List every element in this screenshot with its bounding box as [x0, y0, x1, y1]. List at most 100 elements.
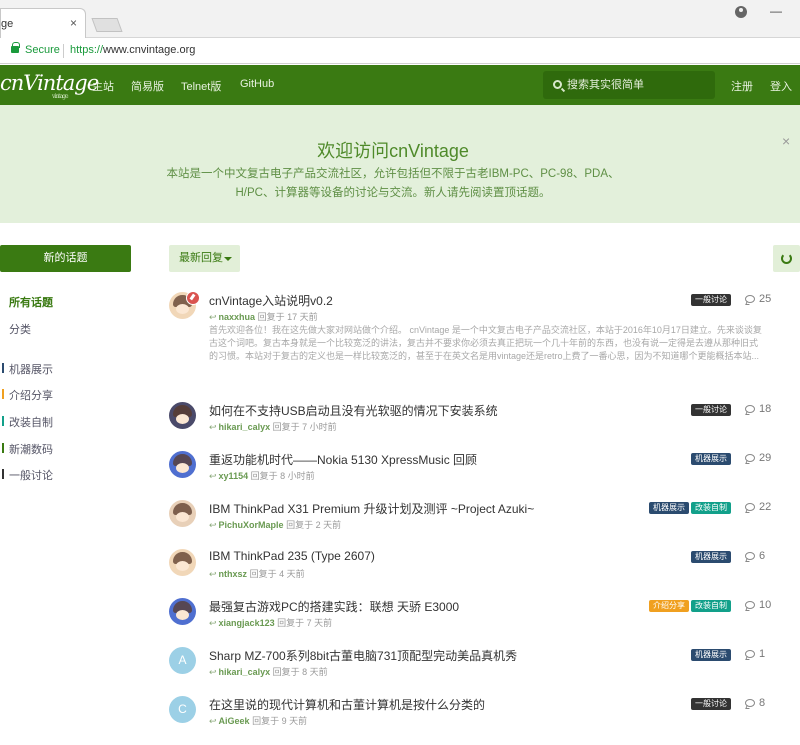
last-reply-time: 回复于 9 天前 [252, 716, 308, 726]
discussion-title[interactable]: IBM ThinkPad X31 Premium 升级计划及测评 ~Projec… [209, 500, 534, 517]
discussion-row[interactable]: cnVintage入站说明v0.2 ↩ naxxhua 回复于 17 天前 首先欢迎各… [169, 291, 800, 392]
discussion-title[interactable]: 如何在不支持USB启动且没有光软驱的情况下安装系统 [209, 402, 498, 419]
sidebar-item-all[interactable]: 所有话题 [9, 294, 53, 310]
comment-icon [745, 295, 755, 303]
welcome-hero: 欢迎访问cnVintage 本站是一个中文复古电子产品交流社区，允许包括但不限于… [0, 105, 800, 223]
avatar[interactable] [169, 402, 196, 429]
avatar[interactable] [169, 598, 196, 625]
nav-link-telnet[interactable]: Telnet版 [181, 78, 221, 94]
reply-count: 18 [759, 403, 772, 415]
last-reply-time: 回复于 8 天前 [272, 667, 328, 677]
tag-color-bar [2, 389, 4, 399]
tag-badge[interactable]: 机器展示 [649, 502, 689, 514]
tag-color-bar [2, 416, 4, 426]
avatar[interactable]: C [169, 696, 196, 723]
tag-badge[interactable]: 改装自制 [691, 600, 731, 612]
discussion-title[interactable]: 重返功能机时代——Nokia 5130 XpressMusic 回顾 [209, 451, 477, 468]
new-tab-button[interactable] [91, 18, 123, 32]
site-logo[interactable]: cnVintage vintage [0, 71, 99, 100]
secure-label: Secure [25, 44, 60, 56]
discussion-row[interactable]: IBM ThinkPad 235 (Type 2607) ↩ nthxsz 回复于 … [169, 549, 800, 589]
sidebar-item-tags[interactable]: 分类 [9, 321, 31, 337]
sidebar-tag-mod[interactable]: 改装自制 [2, 414, 53, 430]
discussion-title[interactable]: IBM ThinkPad 235 (Type 2607) [209, 549, 375, 563]
discussion-excerpt: 首先欢迎各位！我在这先做大家对网站做个介绍。 cnVintage 是一个中文复古… [209, 325, 762, 361]
new-discussion-button[interactable]: 新的话题 [0, 245, 131, 272]
last-reply-time: 回复于 4 天前 [249, 569, 305, 579]
tag-badge[interactable]: 改装自制 [691, 502, 731, 514]
tag-badge[interactable]: 一般讨论 [691, 294, 731, 306]
comment-icon [745, 454, 755, 462]
lock-icon [11, 42, 20, 53]
site-header: cnVintagevintage 主站 简易版 Telnet版 GitHub 注… [0, 65, 800, 105]
sidebar-tag-machine[interactable]: 机器展示 [2, 361, 53, 377]
comment-icon [745, 552, 755, 560]
reply-icon: ↩ [209, 618, 217, 628]
discussion-row[interactable]: A Sharp MZ-700系列8bit古董电脑731顶配型完动美品真机秀 ↩ hik… [169, 647, 800, 687]
discussion-meta: ↩ nthxsz 回复于 4 天前 [209, 567, 305, 580]
tag-badge[interactable]: 一般讨论 [691, 404, 731, 416]
sidebar-tag-digital[interactable]: 新潮数码 [2, 441, 53, 457]
browser-tab-bar: ge × — [0, 0, 800, 38]
tab-close-icon[interactable]: × [70, 16, 77, 30]
tab-title: ge [1, 18, 14, 30]
tag-badge[interactable]: 一般讨论 [691, 698, 731, 710]
discussion-title[interactable]: 在这里说的现代计算机和古董计算机是按什么分类的 [209, 696, 485, 713]
discussion-row[interactable]: 重返功能机时代——Nokia 5130 XpressMusic 回顾 ↩ xy115… [169, 451, 800, 491]
comment-icon [745, 405, 755, 413]
tag-badge[interactable]: 机器展示 [691, 453, 731, 465]
discussion-row[interactable]: IBM ThinkPad X31 Premium 升级计划及测评 ~Projec… [169, 500, 800, 540]
nav-link-github[interactable]: GitHub [240, 78, 274, 90]
reply-count: 10 [759, 599, 772, 611]
avatar[interactable] [169, 500, 196, 527]
discussion-row[interactable]: C 在这里说的现代计算机和古董计算机是按什么分类的 ↩ AiGeek 回复于 9 天前… [169, 696, 800, 736]
reply-icon: ↩ [209, 716, 217, 726]
url-text[interactable]: https://www.cnvintage.org [70, 44, 195, 56]
refresh-icon [781, 253, 792, 264]
last-reply-user[interactable]: xy1154 [219, 471, 249, 481]
tag-badge[interactable]: 机器展示 [691, 649, 731, 661]
login-link[interactable]: 登入 [770, 78, 792, 94]
sidebar-tag-label: 新潮数码 [9, 444, 53, 456]
last-reply-user[interactable]: hikari_calyx [219, 667, 271, 677]
profile-icon[interactable] [735, 6, 747, 18]
last-reply-user[interactable]: xiangjack123 [219, 618, 275, 628]
url-host: www.cnvintage.org [103, 44, 196, 56]
tag-color-bar [2, 443, 4, 453]
last-reply-user[interactable]: AiGeek [219, 716, 250, 726]
discussion-title[interactable]: Sharp MZ-700系列8bit古董电脑731顶配型完动美品真机秀 [209, 647, 517, 664]
avatar[interactable] [169, 451, 196, 478]
register-link[interactable]: 注册 [731, 78, 753, 94]
address-separator [63, 44, 64, 58]
comment-icon [745, 601, 755, 609]
discussion-meta: ↩ xy1154 回复于 8 小时前 [209, 469, 315, 482]
last-reply-user[interactable]: nthxsz [219, 569, 248, 579]
nav-link-main[interactable]: 主站 [92, 78, 114, 94]
discussion-title[interactable]: 最强复古游戏PC的搭建实践：联想 天骄 E3000 [209, 598, 459, 615]
sidebar-tag-general[interactable]: 一般讨论 [2, 467, 53, 483]
search-input[interactable] [567, 71, 713, 99]
reply-icon: ↩ [209, 312, 217, 322]
reply-icon: ↩ [209, 569, 217, 579]
sort-dropdown[interactable]: 最新回复 [169, 245, 240, 272]
reply-icon: ↩ [209, 520, 217, 530]
tag-badge[interactable]: 机器展示 [691, 551, 731, 563]
discussion-row[interactable]: 最强复古游戏PC的搭建实践：联想 天骄 E3000 ↩ xiangjack123 回… [169, 598, 800, 638]
discussion-row[interactable]: 如何在不支持USB启动且没有光软驱的情况下安装系统 ↩ hikari_calyx 回… [169, 402, 800, 442]
avatar[interactable]: A [169, 647, 196, 674]
last-reply-time: 回复于 2 天前 [286, 520, 342, 530]
minimize-icon[interactable]: — [770, 4, 782, 18]
refresh-button[interactable] [773, 245, 800, 272]
last-reply-user[interactable]: PichuXorMaple [219, 520, 284, 530]
sidebar-tag-share[interactable]: 介绍分享 [2, 387, 53, 403]
avatar[interactable] [169, 549, 196, 576]
tag-badge[interactable]: 介绍分享 [649, 600, 689, 612]
last-reply-user[interactable]: hikari_calyx [219, 422, 271, 432]
discussion-meta: ↩ xiangjack123 回复于 7 天前 [209, 616, 332, 629]
reply-count: 1 [759, 648, 766, 660]
discussion-title[interactable]: cnVintage入站说明v0.2 [209, 292, 333, 309]
last-reply-user[interactable]: naxxhua [219, 312, 256, 322]
close-icon[interactable]: × [782, 133, 790, 149]
address-bar[interactable]: Secure https://www.cnvintage.org [0, 38, 800, 64]
nav-link-simple[interactable]: 简易版 [131, 78, 164, 94]
